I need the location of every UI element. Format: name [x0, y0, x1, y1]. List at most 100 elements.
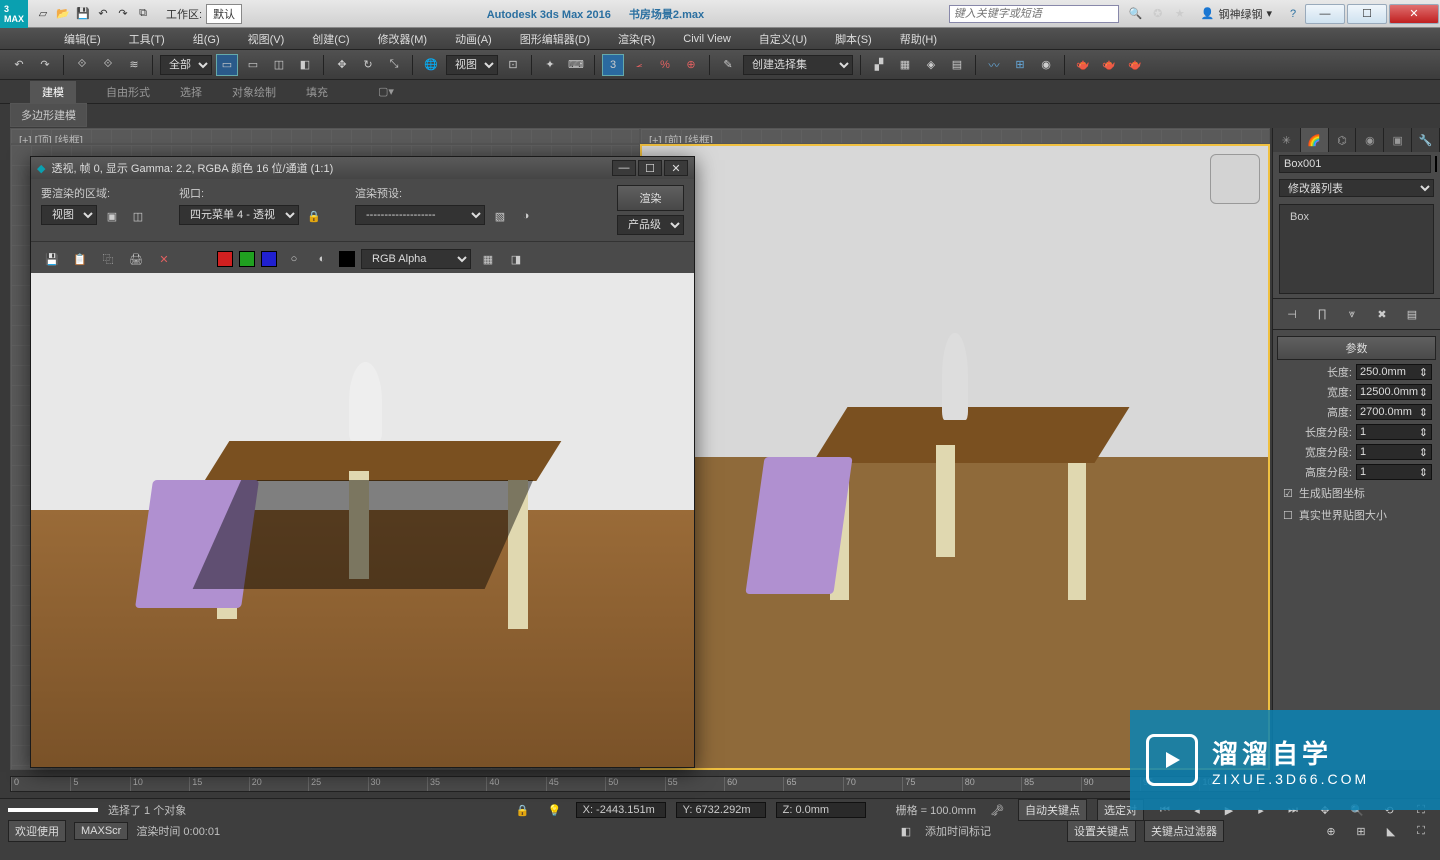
layer-icon[interactable]: ◈: [920, 54, 942, 76]
render-preset-select[interactable]: -------------------: [355, 205, 485, 225]
alpha-icon[interactable]: ◐: [311, 248, 333, 270]
ref-coord-icon[interactable]: 🌐: [420, 54, 442, 76]
search-input[interactable]: [949, 5, 1119, 23]
param-spinner[interactable]: 250.0mm⇕: [1356, 364, 1432, 380]
named-sel-set[interactable]: 创建选择集: [743, 55, 853, 75]
render-area-select[interactable]: 视图: [41, 205, 97, 225]
remove-mod-icon[interactable]: ✖: [1371, 303, 1393, 325]
align-icon[interactable]: ▦: [894, 54, 916, 76]
spinner-snap-icon[interactable]: ⊕: [680, 54, 702, 76]
manipulate-icon[interactable]: ✦: [539, 54, 561, 76]
new-icon[interactable]: ▱: [34, 5, 52, 23]
cp-tab-modify[interactable]: 🌈: [1301, 128, 1329, 152]
redo-btn[interactable]: ↷: [34, 54, 56, 76]
render-close-button[interactable]: ✕: [664, 160, 688, 176]
param-spinner[interactable]: 1⇕: [1356, 464, 1432, 480]
menu-views[interactable]: 视图(V): [234, 28, 299, 50]
rotate-icon[interactable]: ↻: [357, 54, 379, 76]
render-prod-icon[interactable]: 🫖: [1124, 54, 1146, 76]
mono-icon[interactable]: ○: [283, 248, 305, 270]
edit-named-icon[interactable]: ✎: [717, 54, 739, 76]
app-icon[interactable]: 3MAX: [0, 0, 28, 28]
auto-region-icon[interactable]: ◫: [127, 205, 149, 227]
key-filters-button[interactable]: 关键点过滤器: [1144, 820, 1224, 842]
select-icon[interactable]: ▭: [216, 54, 238, 76]
cp-tab-motion[interactable]: ◉: [1356, 128, 1384, 152]
project-icon[interactable]: ⧉: [134, 5, 152, 23]
menu-grapheditors[interactable]: 图形编辑器(D): [506, 28, 604, 50]
clone-icon[interactable]: ⿻: [97, 248, 119, 270]
menu-edit[interactable]: 编辑(E): [50, 28, 115, 50]
unlink-icon[interactable]: ⟐: [97, 54, 119, 76]
render-setup2-icon[interactable]: ▧: [489, 205, 511, 227]
coord-x[interactable]: X: -2443.151m: [576, 802, 666, 818]
tab-selection[interactable]: 选择: [180, 84, 202, 100]
nav-zoomall-icon[interactable]: ⊞: [1350, 820, 1372, 842]
nav-fov-icon[interactable]: ◣: [1380, 820, 1402, 842]
clear-icon[interactable]: ✕: [153, 248, 175, 270]
channel-select[interactable]: RGB Alpha: [361, 249, 471, 269]
render-min-button[interactable]: —: [612, 160, 636, 176]
toggle-ui-icon[interactable]: ◨: [505, 248, 527, 270]
menu-create[interactable]: 创建(C): [298, 28, 363, 50]
print-icon[interactable]: 🖨: [125, 248, 147, 270]
object-name-field[interactable]: [1279, 155, 1431, 173]
keyboard-icon[interactable]: ⌨: [565, 54, 587, 76]
welcome-button[interactable]: 欢迎使用: [8, 820, 66, 842]
curve-editor-icon[interactable]: 〰: [983, 54, 1005, 76]
render-frame-icon[interactable]: 🫖: [1098, 54, 1120, 76]
save-image-icon[interactable]: 💾: [41, 248, 63, 270]
nav-zoom2-icon[interactable]: ⊕: [1320, 820, 1342, 842]
maximize-button[interactable]: ☐: [1347, 4, 1387, 24]
realworld-check[interactable]: ☐真实世界贴图大小: [1273, 504, 1440, 526]
stack-item[interactable]: Box: [1284, 209, 1429, 225]
schematic-icon[interactable]: ⊞: [1009, 54, 1031, 76]
param-spinner[interactable]: 12500.0mm⇕: [1356, 384, 1432, 400]
favorite-icon[interactable]: ★: [1169, 3, 1191, 25]
toggle-ribbon-icon[interactable]: ▤: [946, 54, 968, 76]
coord-z[interactable]: Z: 0.0mm: [776, 802, 866, 818]
tab-freeform[interactable]: 自由形式: [106, 84, 150, 100]
time-slider[interactable]: 0510152025303540455055606570758085909510…: [0, 772, 1270, 798]
pin-stack-icon[interactable]: ⊣: [1281, 303, 1303, 325]
isolate-icon[interactable]: 💡: [544, 799, 566, 821]
percent-snap-icon[interactable]: %: [654, 54, 676, 76]
setkey-button[interactable]: 设置关键点: [1067, 820, 1136, 842]
menu-help[interactable]: 帮助(H): [886, 28, 951, 50]
menu-tools[interactable]: 工具(T): [115, 28, 179, 50]
select-region-icon[interactable]: ◫: [268, 54, 290, 76]
cp-tab-display[interactable]: ▣: [1384, 128, 1412, 152]
region-icon[interactable]: ▣: [101, 205, 123, 227]
show-end-icon[interactable]: ∏: [1311, 303, 1333, 325]
help-icon[interactable]: ?: [1282, 3, 1304, 25]
link-icon[interactable]: ⟐: [71, 54, 93, 76]
cp-tab-utilities[interactable]: 🔧: [1412, 128, 1440, 152]
pivot-icon[interactable]: ⊡: [502, 54, 524, 76]
tab-modeling[interactable]: 建模: [30, 81, 76, 103]
param-spinner[interactable]: 1⇕: [1356, 424, 1432, 440]
param-spinner[interactable]: 1⇕: [1356, 444, 1432, 460]
cp-tab-create[interactable]: ✳: [1273, 128, 1301, 152]
menu-maxscript[interactable]: 脚本(S): [821, 28, 886, 50]
undo-icon[interactable]: ↶: [94, 5, 112, 23]
undo-btn[interactable]: ↶: [8, 54, 30, 76]
signin-button[interactable]: 👤 钢神绿钢 ▾: [1201, 6, 1272, 22]
minimize-button[interactable]: —: [1305, 4, 1345, 24]
coord-y[interactable]: Y: 6732.292m: [676, 802, 766, 818]
ribbon-toggle-icon[interactable]: ▢▾: [378, 85, 394, 98]
move-icon[interactable]: ✥: [331, 54, 353, 76]
toggle-overlay-icon[interactable]: ▦: [477, 248, 499, 270]
object-color-swatch[interactable]: [1435, 156, 1437, 172]
poly-model-button[interactable]: 多边形建模: [10, 103, 87, 127]
viewport-front[interactable]: [+] [前] [线框]: [640, 128, 1270, 144]
key-mode-icon[interactable]: 🗝: [986, 799, 1008, 821]
ref-coord-select[interactable]: 视图: [446, 55, 498, 75]
snap-3d-icon[interactable]: 3: [602, 54, 624, 76]
mirror-icon[interactable]: ▞: [868, 54, 890, 76]
angle-snap-icon[interactable]: ⦟: [628, 54, 650, 76]
channel-red[interactable]: [217, 251, 233, 267]
lock-viewport-icon[interactable]: 🔒: [303, 205, 325, 227]
viewcube[interactable]: [1210, 154, 1260, 204]
tab-objectpaint[interactable]: 对象绘制: [232, 84, 276, 100]
viewport-perspective[interactable]: [640, 144, 1270, 770]
